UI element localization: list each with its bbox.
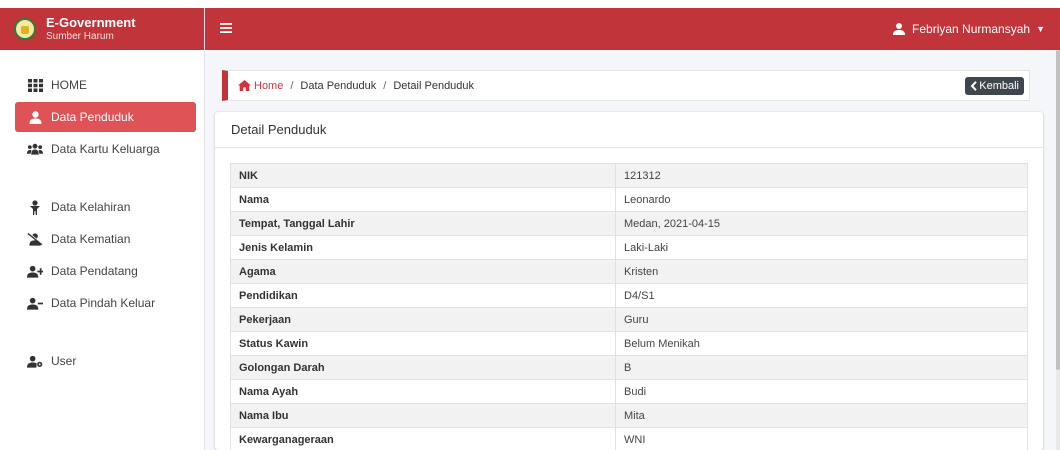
breadcrumb-item[interactable]: Data Penduduk bbox=[300, 80, 376, 92]
sidebar-item-home[interactable]: HOME bbox=[15, 70, 196, 100]
table-row: Jenis Kelamin Laki-Laki bbox=[230, 235, 1028, 260]
breadcrumb-home-link[interactable]: Home bbox=[238, 80, 283, 92]
sidebar-item-data-pindah-keluar[interactable]: Data Pindah Keluar bbox=[15, 288, 196, 318]
baby-icon bbox=[27, 199, 43, 215]
row-key: Nama Ibu bbox=[230, 403, 616, 428]
row-value: Laki-Laki bbox=[615, 235, 1028, 260]
sidebar-item-data-penduduk[interactable]: Data Penduduk bbox=[15, 102, 196, 132]
row-value: WNI bbox=[615, 427, 1028, 450]
table-row: NIK 121312 bbox=[230, 163, 1028, 188]
sidebar-item-label: Data Kelahiran bbox=[51, 200, 131, 214]
sidebar-item-label: HOME bbox=[51, 78, 87, 92]
back-button-label: Kembali bbox=[979, 79, 1019, 92]
table-row: Tempat, Tanggal Lahir Medan, 2021-04-15 bbox=[230, 211, 1028, 236]
user-slash-icon bbox=[27, 231, 43, 247]
row-key: Nama bbox=[230, 187, 616, 212]
sidebar-item-label: User bbox=[51, 354, 77, 368]
grid-icon bbox=[27, 77, 43, 93]
row-key: Status Kawin bbox=[230, 331, 616, 356]
row-value: Mita bbox=[615, 403, 1028, 428]
row-value: Guru bbox=[615, 307, 1028, 332]
user-avatar-icon bbox=[893, 23, 906, 35]
sidebar-item-label: Data Penduduk bbox=[51, 110, 134, 124]
top-strip bbox=[0, 0, 1060, 8]
sidebar-item-data-kematian[interactable]: Data Kematian bbox=[15, 224, 196, 254]
back-button[interactable]: Kembali bbox=[965, 76, 1024, 95]
top-navbar: Febriyan Nurmansyah ▼ bbox=[205, 8, 1060, 50]
detail-table-wrapper: NIK 121312 Nama Leonardo Tempat, Tanggal L… bbox=[230, 163, 1028, 450]
home-icon bbox=[238, 80, 251, 91]
breadcrumb-home-label: Home bbox=[254, 79, 284, 92]
sidebar-item-data-kelahiran[interactable]: Data Kelahiran bbox=[15, 192, 196, 222]
row-key: Kewarganageraan bbox=[230, 427, 616, 450]
row-key: Pekerjaan bbox=[230, 307, 616, 332]
table-row: Nama Ayah Budi bbox=[230, 379, 1028, 404]
breadcrumb-current: Detail Penduduk bbox=[393, 79, 475, 92]
sidebar-menu: HOME Data Penduduk Data Kartu Keluarga D… bbox=[0, 50, 204, 376]
table-row: Pendidikan D4/S1 bbox=[230, 283, 1028, 308]
sidebar-item-data-pendatang[interactable]: Data Pendatang bbox=[15, 256, 196, 286]
table-row: Nama Ibu Mita bbox=[230, 403, 1028, 428]
table-row: Status Kawin Belum Menikah bbox=[230, 331, 1028, 356]
row-value: Kristen bbox=[615, 259, 1028, 284]
brand-text: E-Government Sumber Harum bbox=[46, 15, 136, 43]
sidebar-item-label: Data Kematian bbox=[51, 232, 131, 246]
card-title: Detail Penduduk bbox=[215, 112, 1043, 148]
menu-spacer bbox=[0, 320, 204, 346]
row-value: Budi bbox=[615, 379, 1028, 404]
detail-card: Detail Penduduk NIK 121312 Nama Leonardo T… bbox=[215, 112, 1043, 450]
sidebar-item-label: Data Pindah Keluar bbox=[51, 296, 156, 310]
page-scrollbar-thumb[interactable] bbox=[1056, 50, 1060, 370]
caret-down-icon: ▼ bbox=[1036, 24, 1045, 34]
sidebar: E-Government Sumber Harum HOME Data Pend… bbox=[0, 8, 205, 450]
row-key: Agama bbox=[230, 259, 616, 284]
brand-logo-icon bbox=[14, 18, 36, 40]
table-row: Nama Leonardo bbox=[230, 187, 1028, 212]
user-icon bbox=[27, 109, 43, 125]
brand[interactable]: E-Government Sumber Harum bbox=[0, 8, 204, 50]
menu-spacer bbox=[0, 166, 204, 192]
sidebar-item-label: Data Pendatang bbox=[51, 264, 138, 278]
row-key: Golongan Darah bbox=[230, 355, 616, 380]
sidebar-item-label: Data Kartu Keluarga bbox=[51, 142, 160, 156]
user-minus-icon bbox=[27, 295, 43, 311]
user-name: Febriyan Nurmansyah bbox=[912, 22, 1031, 36]
table-row: Agama Kristen bbox=[230, 259, 1028, 284]
row-value: Leonardo bbox=[615, 187, 1028, 212]
row-value: Belum Menikah bbox=[615, 331, 1028, 356]
breadcrumb-separator: / bbox=[290, 79, 294, 92]
chevron-left-icon bbox=[970, 80, 977, 91]
row-key: Jenis Kelamin bbox=[230, 235, 616, 260]
hamburger-menu-icon[interactable] bbox=[220, 20, 232, 38]
table-row: Pekerjaan Guru bbox=[230, 307, 1028, 332]
brand-subtitle: Sumber Harum bbox=[46, 31, 114, 42]
breadcrumb-separator: / bbox=[383, 79, 387, 92]
users-icon bbox=[27, 141, 43, 157]
row-key: NIK bbox=[230, 163, 616, 188]
row-key: Tempat, Tanggal Lahir bbox=[230, 211, 616, 236]
user-cog-icon bbox=[27, 353, 43, 369]
brand-title: E-Government bbox=[46, 15, 136, 30]
row-key: Nama Ayah bbox=[230, 379, 616, 404]
user-menu[interactable]: Febriyan Nurmansyah ▼ bbox=[893, 22, 1045, 36]
row-value: 121312 bbox=[615, 163, 1028, 188]
breadcrumb-trail: Home / Data Penduduk / Detail Penduduk bbox=[238, 80, 474, 92]
sidebar-item-data-kartu-keluarga[interactable]: Data Kartu Keluarga bbox=[15, 134, 196, 164]
row-key: Pendidikan bbox=[230, 283, 616, 308]
row-value: B bbox=[615, 355, 1028, 380]
user-plus-icon bbox=[27, 263, 43, 279]
row-value: Medan, 2021-04-15 bbox=[615, 211, 1028, 236]
row-value: D4/S1 bbox=[615, 283, 1028, 308]
sidebar-item-user[interactable]: User bbox=[15, 346, 196, 376]
breadcrumb: Home / Data Penduduk / Detail Penduduk K… bbox=[222, 70, 1030, 101]
table-row: Kewarganageraan WNI bbox=[230, 427, 1028, 450]
table-row: Golongan Darah B bbox=[230, 355, 1028, 380]
detail-table: NIK 121312 Nama Leonardo Tempat, Tanggal L… bbox=[230, 163, 1028, 450]
